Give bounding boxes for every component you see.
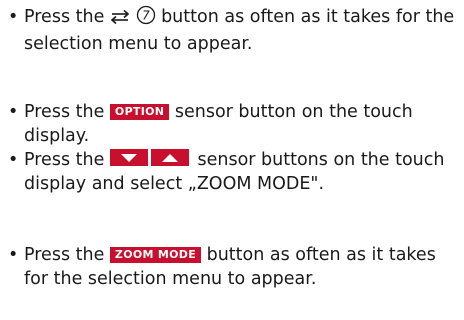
circled-seven-icon: 7 [136,5,156,32]
instruction-text: Press the ZOOM MODE button as often as i… [24,243,460,291]
instruction-text: Press the OPTION sensor button on the to… [24,100,460,148]
up-arrow-icon [150,149,189,166]
instruction-pre: Press the [24,7,105,27]
bullet: • [8,245,19,265]
instruction-item-3: • Press the sensor buttons on the touch … [8,148,460,196]
instruction-item-2: • Press the OPTION sensor button on the … [8,100,460,148]
instruction-item-4: • Press the ZOOM MODE button as often as… [8,243,460,291]
instruction-pre: Press the [24,245,105,265]
option-badge: OPTION [109,104,170,120]
bullet: • [8,7,19,27]
zoom-mode-badge: ZOOM MODE [109,247,202,263]
swap-arrows-icon [110,8,130,32]
bullet: • [8,150,19,170]
down-arrow-icon [109,149,148,166]
instruction-pre: Press the [24,150,105,170]
instruction-text: Press the 7 button as often as it takes … [24,5,460,56]
instruction-text: Press the sensor buttons on the touch di… [24,148,460,196]
instruction-pre: Press the [24,102,105,122]
instruction-item-1: • Press the 7 button as often as it take… [8,5,460,56]
svg-text:7: 7 [142,9,150,23]
bullet: • [8,102,19,122]
